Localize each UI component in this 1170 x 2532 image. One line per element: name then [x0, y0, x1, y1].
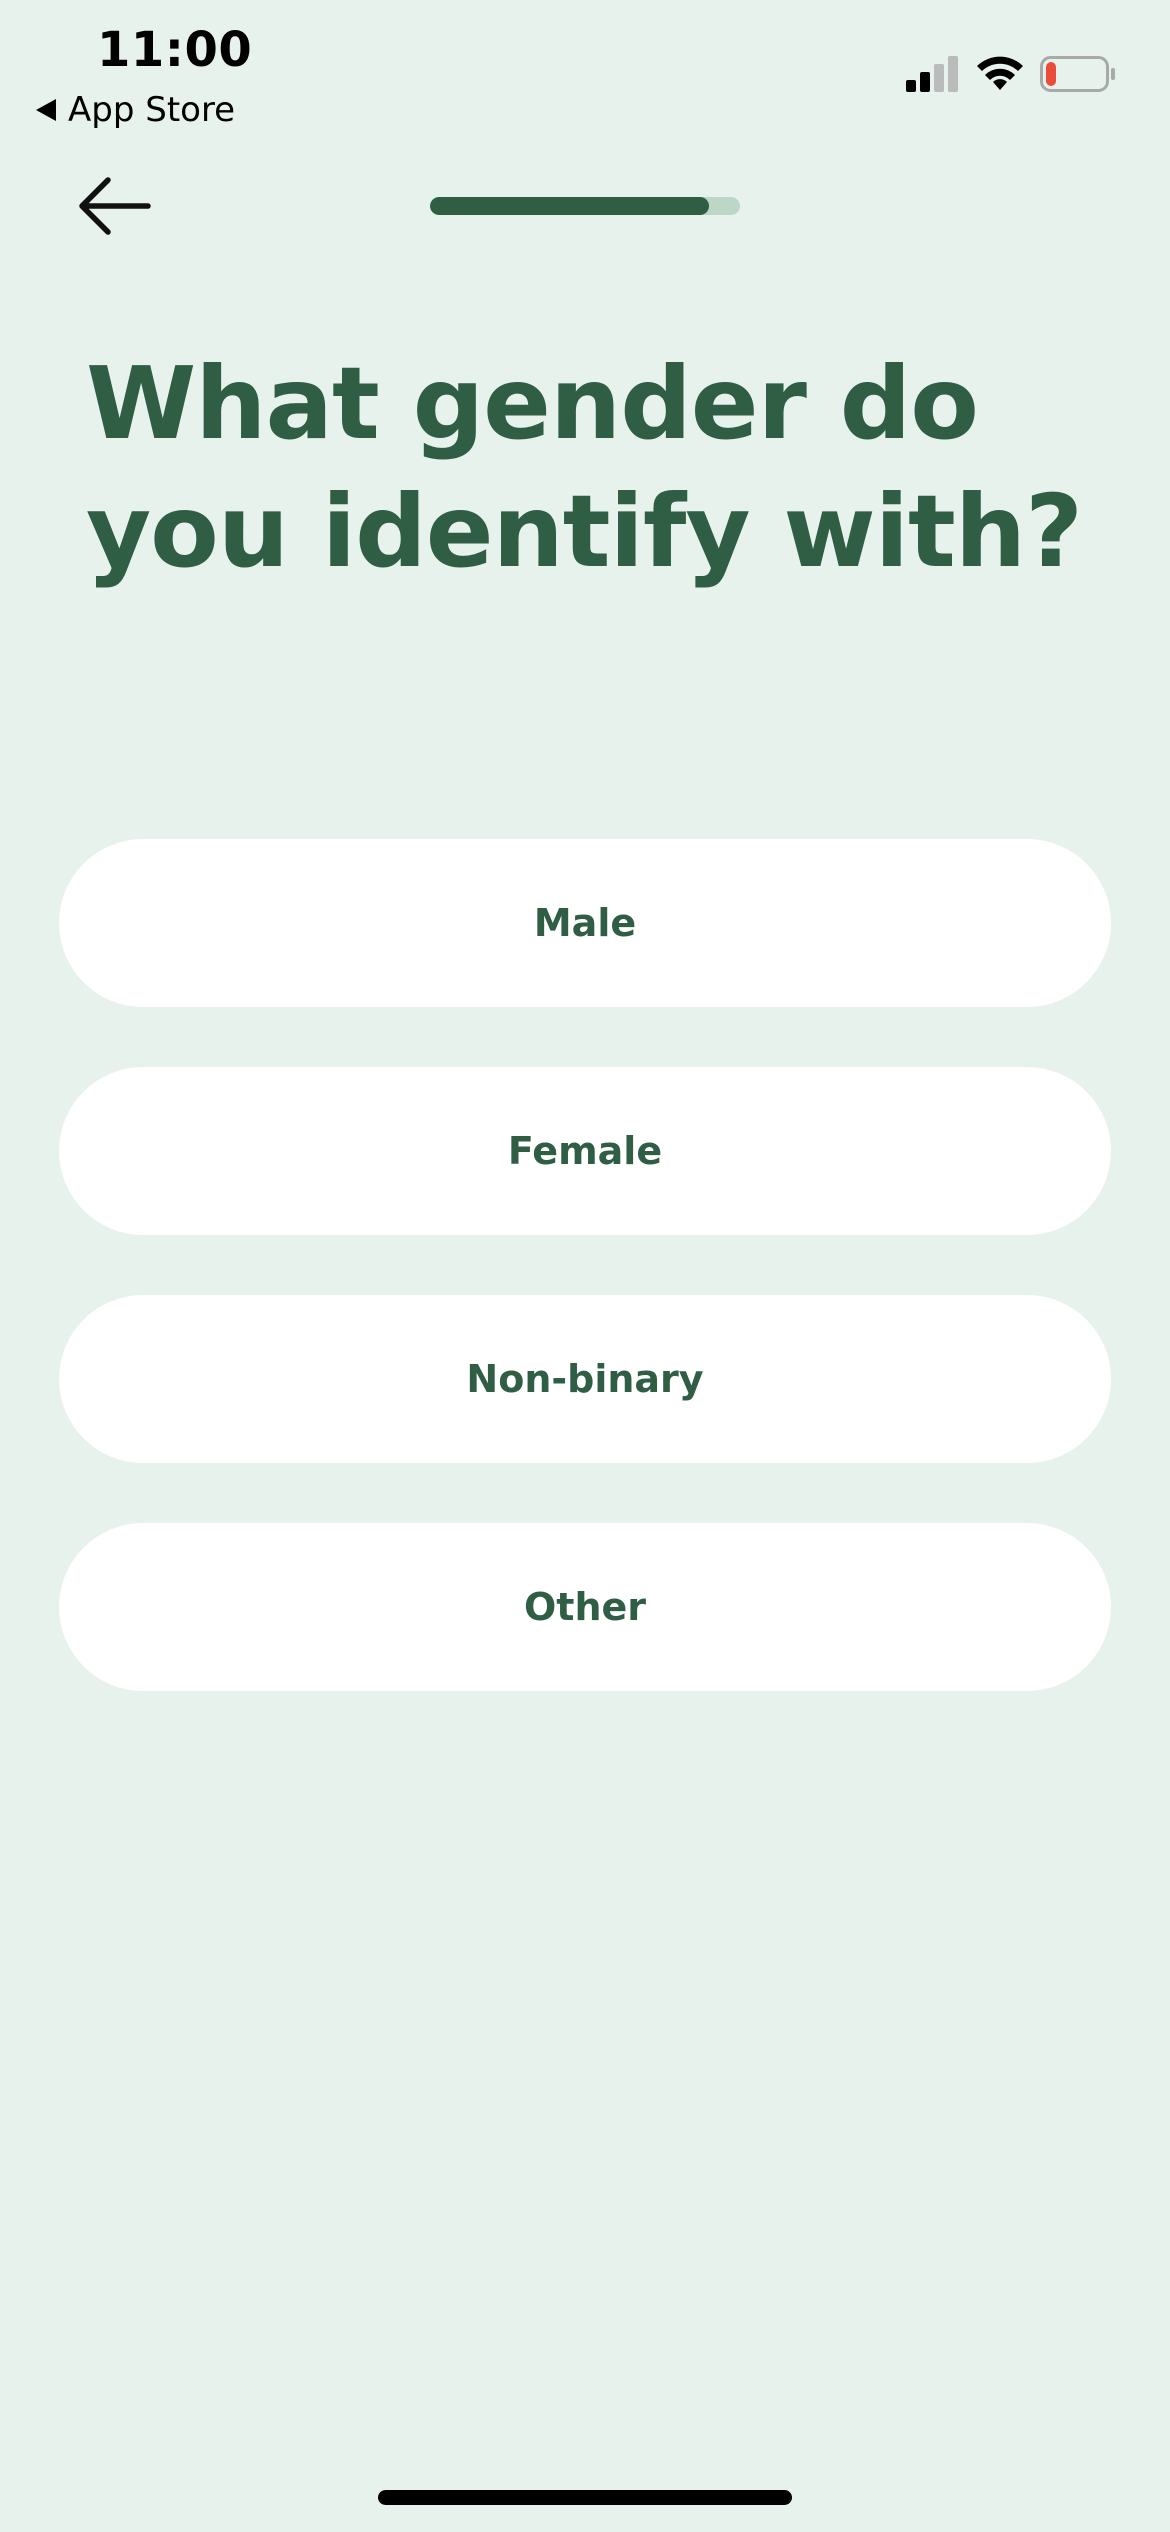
- battery-level-fill: [1046, 62, 1056, 86]
- back-triangle-icon: [36, 99, 56, 121]
- battery-low-icon: [1040, 56, 1115, 92]
- cellular-signal-icon: [906, 56, 958, 92]
- option-non-binary-button[interactable]: Non-binary: [59, 1295, 1111, 1463]
- gender-options-list: Male Female Non-binary Other: [59, 839, 1111, 1751]
- question-title: What gender do you identify with?: [86, 345, 1083, 590]
- option-other-button[interactable]: Other: [59, 1523, 1111, 1691]
- status-time: 11:00: [97, 22, 253, 78]
- option-female-button[interactable]: Female: [59, 1067, 1111, 1235]
- home-indicator: [378, 2490, 792, 2505]
- onboarding-progress-bar: [430, 197, 740, 215]
- onboarding-progress-fill: [430, 197, 709, 215]
- back-arrow-icon[interactable]: [76, 176, 152, 236]
- back-to-app-label: App Store: [68, 90, 236, 130]
- back-to-app-store-button[interactable]: App Store: [36, 88, 235, 132]
- status-bar: 11:00 App Store: [0, 0, 1170, 150]
- wifi-icon: [977, 56, 1023, 90]
- option-male-button[interactable]: Male: [59, 839, 1111, 1007]
